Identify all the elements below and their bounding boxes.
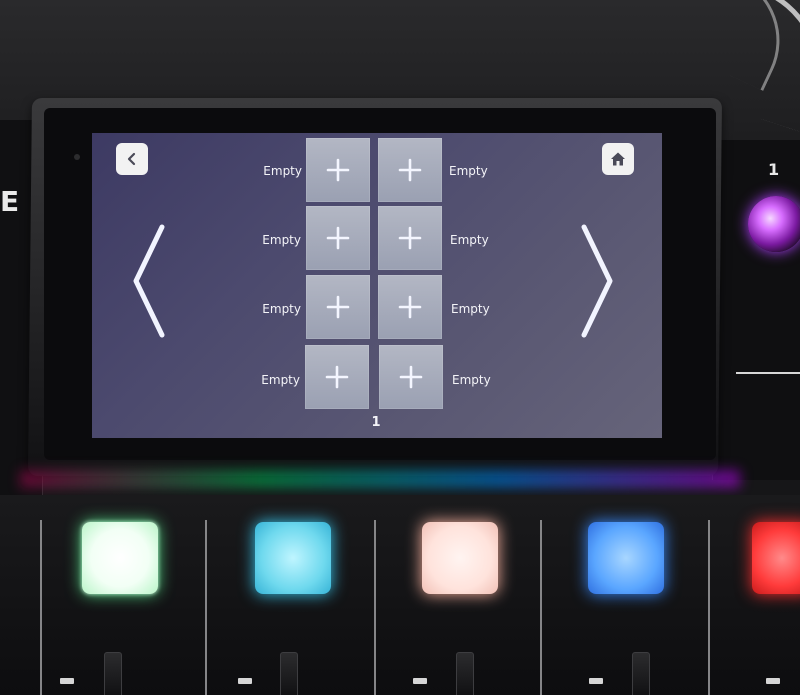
add-sound-slot[interactable] (378, 275, 442, 339)
slot-label: Empty (263, 164, 302, 178)
touch-screen: Empty Empty Empty Empty Empty Empty Empt… (92, 133, 662, 438)
plus-icon (326, 158, 350, 182)
previous-page-button[interactable] (128, 221, 168, 341)
channel-led (60, 678, 74, 684)
channel-fader[interactable] (280, 652, 298, 695)
plus-icon (399, 365, 423, 389)
panel-divider (736, 372, 800, 374)
slot-label: Empty (451, 302, 490, 316)
plus-icon (326, 295, 350, 319)
sound-pad-green[interactable] (82, 522, 158, 594)
channel-divider (205, 520, 207, 695)
page-number: 1 (371, 415, 381, 430)
slot-label: Empty (262, 302, 301, 316)
add-sound-slot[interactable] (306, 206, 370, 270)
add-sound-slot[interactable] (306, 138, 370, 202)
slot-label: Empty (261, 373, 300, 387)
sound-pad-pink[interactable] (422, 522, 498, 594)
add-sound-slot[interactable] (306, 275, 370, 339)
home-button[interactable] (602, 143, 634, 175)
slot-label: Empty (262, 233, 301, 247)
sound-pad-red[interactable] (752, 522, 800, 594)
plus-icon (326, 226, 350, 250)
channel-divider (40, 520, 42, 695)
rotary-knob[interactable] (748, 196, 800, 252)
plus-icon (325, 365, 349, 389)
add-sound-slot[interactable] (305, 345, 369, 409)
chevron-left-icon (127, 152, 136, 166)
channel-led (238, 678, 252, 684)
mixer-scene: E 1 Empty Empty Empty Empty Empty Empty … (0, 0, 800, 695)
channel-divider (540, 520, 542, 695)
knob-channel-number: 1 (768, 160, 780, 179)
channel-fader[interactable] (104, 652, 122, 695)
sound-pad-blue[interactable] (588, 522, 664, 594)
plus-icon (398, 226, 422, 250)
add-sound-slot[interactable] (378, 206, 442, 270)
plus-icon (398, 158, 422, 182)
plus-icon (398, 295, 422, 319)
sound-pad-cyan[interactable] (255, 522, 331, 594)
slot-label: Empty (452, 373, 491, 387)
add-sound-slot[interactable] (379, 345, 443, 409)
channel-led (413, 678, 427, 684)
next-page-button[interactable] (578, 221, 618, 341)
ambient-sensor (74, 154, 80, 160)
right-panel (712, 140, 800, 480)
slot-label: Empty (450, 233, 489, 247)
channel-fader[interactable] (632, 652, 650, 695)
home-icon (611, 152, 625, 166)
back-button[interactable] (116, 143, 148, 175)
brand-logo-letter: E (0, 185, 20, 218)
channel-divider (374, 520, 376, 695)
channel-divider (708, 520, 710, 695)
slot-label: Empty (449, 164, 488, 178)
channel-led (766, 678, 780, 684)
channel-fader[interactable] (456, 652, 474, 695)
channel-led (589, 678, 603, 684)
add-sound-slot[interactable] (378, 138, 442, 202)
rgb-light-strip (20, 470, 740, 488)
